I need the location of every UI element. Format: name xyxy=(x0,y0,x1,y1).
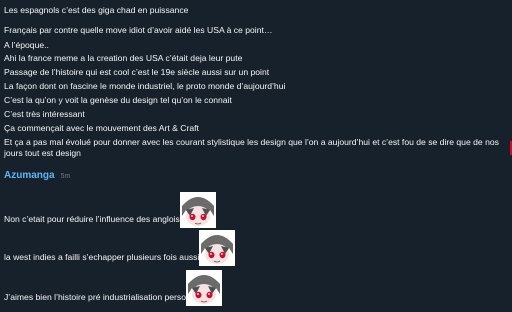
author-name[interactable]: Azumanga xyxy=(4,170,55,181)
message-4: Ahi la france meme a la creation des USA… xyxy=(4,53,243,63)
author-message-3: J’aimes bien l’histoire pré industrialis… xyxy=(4,266,222,306)
message-1: Les espagnols c’est des giga chad en pui… xyxy=(4,5,189,15)
message-timestamp: 5m xyxy=(60,173,71,180)
message-7: C’est la qu’on y voit la genèse du desig… xyxy=(4,95,232,105)
author-message-2: la west indies a failli s’echapper plusi… xyxy=(4,226,236,266)
anime-girl-sticker-icon xyxy=(199,230,236,266)
message-9: Ça commençait avec le mouvement des Art … xyxy=(4,123,199,133)
message-3: A l’époque.. xyxy=(4,40,49,50)
message-8: C’est très intéressant xyxy=(4,109,85,119)
anime-girl-sticker-icon xyxy=(179,192,216,228)
message-5: Passage de l’histoire qui est cool c’est… xyxy=(4,67,270,77)
author-message-text: J’aimes bien l’histoire pré industrialis… xyxy=(4,292,186,302)
author-message-text: la west indies a failli s’echapper plusi… xyxy=(4,252,200,262)
message-author-header: Azumanga 5m xyxy=(4,170,70,181)
message-6: La façon dont on fascine le monde indust… xyxy=(4,81,286,91)
author-message-text: Non c’etait pour réduire l’influence des… xyxy=(4,214,180,224)
anime-girl-sticker-icon xyxy=(186,270,222,306)
message-2: Français par contre quelle move idiot d’… xyxy=(4,25,273,35)
author-message-1: Non c’etait pour réduire l’influence des… xyxy=(4,188,216,228)
message-10: Et ça a pas mal évolué pour donner avec … xyxy=(4,137,499,158)
